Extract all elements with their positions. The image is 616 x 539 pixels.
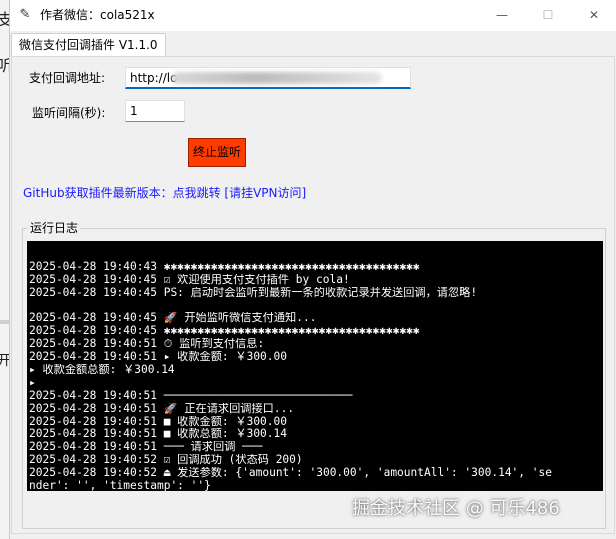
background-window: 支 听 开 bbox=[0, 0, 13, 539]
github-link[interactable]: GitHub获取插件最新版本：点我跳转 [请挂VPN访问] bbox=[23, 185, 306, 201]
log-line: ▸ 收款金额总额: ￥300.14 bbox=[29, 363, 175, 376]
feather-icon: ✎ bbox=[19, 7, 31, 22]
url-redacted-blur bbox=[172, 72, 382, 84]
interval-label: 监听间隔(秒): bbox=[32, 106, 106, 120]
log-line: 2025-04-28 19:40:52 ⏏ 发送参数: {'amount': '… bbox=[29, 467, 552, 480]
log-group-title: 运行日志 bbox=[28, 220, 81, 236]
log-line: 2025-04-28 19:40:45 🚀 开始监听微信支付通知... bbox=[29, 312, 317, 325]
callback-url-label: 支付回调地址: bbox=[29, 71, 106, 85]
log-line: ▸ bbox=[29, 376, 36, 389]
minimize-button[interactable]: — bbox=[479, 0, 525, 31]
tab-panel: 支付回调地址: http://lo 监听间隔(秒): 1 终止监听 GitHub… bbox=[11, 56, 615, 534]
log-console[interactable]: 2025-04-28 19:40:43 ✱✱✱✱✱✱✱✱✱✱✱✱✱✱✱✱✱✱✱✱… bbox=[27, 241, 603, 491]
log-line: 2025-04-28 19:40:51 ────────────────────… bbox=[29, 389, 353, 402]
title-bar[interactable]: ✎ 作者微信：cola521x — ☐ ✕ bbox=[10, 0, 616, 31]
log-line: 2025-04-28 19:40:45 ✱✱✱✱✱✱✱✱✱✱✱✱✱✱✱✱✱✱✱✱… bbox=[29, 325, 420, 338]
log-line: 2025-04-28 19:40:51 ─── 请求回调 ─── bbox=[29, 441, 263, 454]
log-lines: 2025-04-28 19:40:43 ✱✱✱✱✱✱✱✱✱✱✱✱✱✱✱✱✱✱✱✱… bbox=[29, 261, 601, 491]
tab-wechat-pay-plugin[interactable]: 微信支付回调插件 V1.1.0 bbox=[11, 33, 166, 57]
log-line: 2025-04-28 19:40:51 ⏱ 监听到支付信息: bbox=[29, 338, 265, 351]
log-line: 2025-04-28 19:40:51 ■ 收款金额: ￥300.00 bbox=[29, 415, 288, 428]
log-line: 2025-04-28 19:40:52 ☑ 回调成功 (状态码 200) bbox=[29, 454, 303, 467]
close-button[interactable]: ✕ bbox=[571, 0, 616, 31]
window-title: 作者微信：cola521x bbox=[40, 8, 155, 22]
background-divider bbox=[0, 320, 9, 324]
log-line: 2025-04-28 19:40:51 ▸ 收款金额: ￥300.00 bbox=[29, 351, 288, 364]
log-line: 2025-04-28 19:40:51 ■ 收款总额: ￥300.14 bbox=[29, 428, 288, 441]
stop-listening-button[interactable]: 终止监听 bbox=[188, 138, 246, 167]
log-line: 2025-04-28 19:40:45 PS: 启动时会监听到最新一条的收款记录… bbox=[29, 286, 478, 299]
log-line: 2025-04-28 19:40:51 🚀 正在请求回调接口... bbox=[29, 402, 295, 415]
log-line: 2025-04-28 19:40:45 ☑ 欢迎使用支付支付插件 by cola… bbox=[29, 273, 350, 286]
maximize-button[interactable]: ☐ bbox=[525, 0, 571, 31]
app-window: ✎ 作者微信：cola521x — ☐ ✕ 微信支付回调插件 V1.1.0 支付… bbox=[9, 0, 616, 539]
log-line: 2025-04-28 19:40:43 ✱✱✱✱✱✱✱✱✱✱✱✱✱✱✱✱✱✱✱✱… bbox=[29, 260, 420, 273]
log-line: nder': '', 'timestamp': ''} bbox=[29, 479, 211, 491]
watermark: 掘金技术社区 @ 可乐486 bbox=[352, 498, 560, 519]
tab-bar: 微信支付回调插件 V1.1.0 bbox=[10, 31, 616, 57]
interval-input[interactable]: 1 bbox=[125, 100, 185, 122]
